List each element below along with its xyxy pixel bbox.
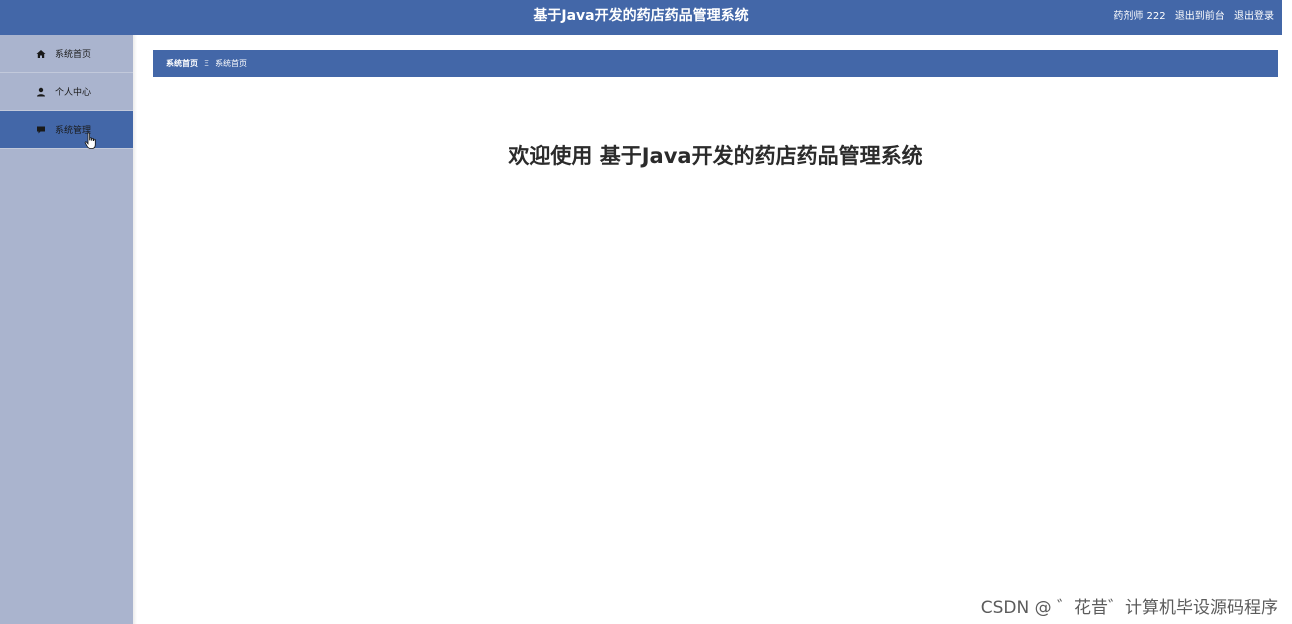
breadcrumb: 系统首页 Ξ 系统首页 [153, 50, 1278, 77]
sidebar-item-label: 系统首页 [55, 50, 92, 60]
header-actions: 药剂师 222 退出到前台 退出登录 [1107, 0, 1274, 33]
sidebar: 系统首页 个人中心 系统管理 [0, 35, 133, 624]
sidebar-item-system-management[interactable]: 系统管理 [0, 111, 133, 149]
breadcrumb-separator: Ξ [204, 59, 210, 68]
app-title: 基于Java开发的药店药品管理系统 [533, 8, 749, 24]
hand-cursor-icon [84, 132, 96, 149]
home-icon [36, 49, 46, 58]
current-user-label: 药剂师 222 [1113, 11, 1166, 22]
logout-link[interactable]: 退出登录 [1234, 11, 1274, 22]
welcome-heading: 欢迎使用 基于Java开发的药店药品管理系统 [508, 144, 923, 168]
watermark: CSDN @ ゛花昔゛计算机毕设源码程序 [980, 598, 1278, 618]
sidebar-item-profile[interactable]: 个人中心 [0, 73, 133, 111]
chat-icon [37, 126, 45, 133]
top-header: 基于Java开发的药店药品管理系统 药剂师 222 退出到前台 退出登录 [0, 0, 1282, 35]
breadcrumb-home-link[interactable]: 系统首页 [166, 58, 198, 69]
sidebar-item-label: 个人中心 [55, 88, 92, 98]
user-icon [37, 87, 45, 96]
sidebar-shadow [133, 35, 137, 624]
breadcrumb-current: 系统首页 [215, 59, 248, 68]
exit-to-front-link[interactable]: 退出到前台 [1175, 11, 1225, 22]
sidebar-item-home[interactable]: 系统首页 [0, 35, 133, 73]
